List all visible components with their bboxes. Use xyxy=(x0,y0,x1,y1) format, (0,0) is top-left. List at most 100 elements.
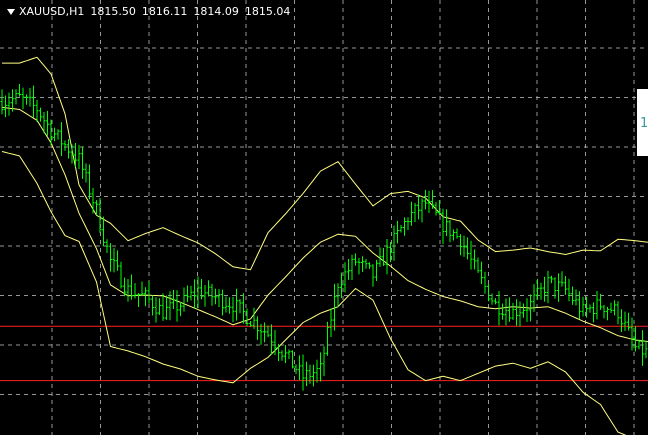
price-bar xyxy=(116,250,119,271)
price-bar xyxy=(560,271,564,287)
price-bar xyxy=(522,303,525,318)
price-bar xyxy=(39,107,42,122)
price-bar xyxy=(312,364,315,387)
price-bar xyxy=(494,298,497,305)
price-bar xyxy=(413,203,417,222)
price-bar xyxy=(284,345,287,364)
price-bar xyxy=(329,308,333,338)
chart-canvas[interactable] xyxy=(0,0,648,435)
price-bar xyxy=(63,140,67,151)
price-bar xyxy=(270,324,273,355)
price-bar xyxy=(588,304,592,313)
price-bar xyxy=(217,288,221,308)
price-bar xyxy=(641,330,644,366)
price-bar xyxy=(420,198,424,223)
price-bar xyxy=(7,92,11,116)
symbol-dropdown-icon[interactable] xyxy=(7,9,15,15)
price-bar xyxy=(385,239,389,275)
price-bar xyxy=(623,311,627,331)
price-bar xyxy=(242,293,245,324)
price-bar xyxy=(392,225,396,261)
price-bar xyxy=(354,253,357,266)
price-bar xyxy=(399,224,403,233)
price-bar xyxy=(511,303,515,320)
price-bar xyxy=(315,359,319,383)
price-bar xyxy=(515,299,518,326)
open-price: 1815.50 xyxy=(90,5,136,18)
price-chart[interactable] xyxy=(0,0,648,435)
price-bar xyxy=(280,350,284,361)
price-bar xyxy=(417,194,420,220)
price-bar xyxy=(427,190,431,213)
price-bar xyxy=(0,89,4,115)
price-bar xyxy=(382,248,385,266)
price-bar xyxy=(4,95,7,118)
price-bar xyxy=(28,87,32,107)
price-bar xyxy=(630,317,634,351)
price-bar xyxy=(567,278,571,302)
price-bar xyxy=(14,89,18,105)
price-bar xyxy=(60,122,63,157)
price-bar xyxy=(18,84,21,97)
price-bar xyxy=(140,281,144,297)
price-bar xyxy=(182,287,186,312)
price-bar xyxy=(35,99,39,122)
chart-header: XAUUSD,H1 1815.50 1816.11 1814.09 1815.04 xyxy=(0,4,290,20)
price-bar xyxy=(305,361,308,387)
price-bar xyxy=(501,303,504,320)
price-bar xyxy=(466,237,469,260)
price-bar xyxy=(203,285,207,307)
price-bar xyxy=(592,302,595,323)
price-bar xyxy=(469,240,473,270)
price-bar xyxy=(301,354,305,391)
price-bar xyxy=(144,287,147,307)
price-bar xyxy=(613,300,616,316)
price-bar xyxy=(459,234,462,256)
price-bar xyxy=(81,146,84,179)
side-panel-glyph: 1 xyxy=(640,116,648,131)
price-bar xyxy=(322,346,326,377)
price-bar xyxy=(480,261,483,285)
price-bar xyxy=(298,355,301,380)
price-bar xyxy=(340,272,343,299)
price-bar xyxy=(606,306,609,321)
price-bar xyxy=(406,217,410,231)
price-bar xyxy=(21,87,25,110)
price-bar xyxy=(350,254,354,281)
price-bar xyxy=(448,219,452,243)
price-bar xyxy=(357,257,361,275)
price-bar xyxy=(364,258,368,269)
price-bar xyxy=(287,349,291,360)
price-bar xyxy=(53,127,56,142)
price-bar xyxy=(126,279,130,302)
price-bar xyxy=(119,261,123,289)
price-bar xyxy=(67,139,70,159)
price-bar xyxy=(368,262,371,269)
price-bar xyxy=(158,298,161,315)
price-bar xyxy=(319,352,322,382)
price-bar xyxy=(410,201,413,226)
price-bar xyxy=(539,282,543,300)
price-bar xyxy=(186,285,189,303)
price-bar xyxy=(231,296,235,323)
price-bar xyxy=(221,289,224,316)
price-bar xyxy=(46,110,49,136)
price-bar xyxy=(627,312,630,331)
price-bar xyxy=(361,256,364,272)
lower-band-line xyxy=(1,151,627,435)
price-bar xyxy=(235,288,238,321)
price-bar xyxy=(616,301,620,325)
price-bar xyxy=(256,316,259,340)
price-bar xyxy=(175,290,179,322)
price-bar xyxy=(207,280,210,297)
price-bar xyxy=(210,283,214,306)
price-bar xyxy=(620,309,623,332)
price-bar xyxy=(133,283,137,299)
low-price: 1814.09 xyxy=(193,5,239,18)
price-bar xyxy=(88,164,91,200)
price-bar xyxy=(483,271,487,294)
price-bar xyxy=(403,217,406,236)
price-bar xyxy=(179,301,182,317)
price-bar xyxy=(441,208,445,244)
price-bar xyxy=(602,304,606,319)
